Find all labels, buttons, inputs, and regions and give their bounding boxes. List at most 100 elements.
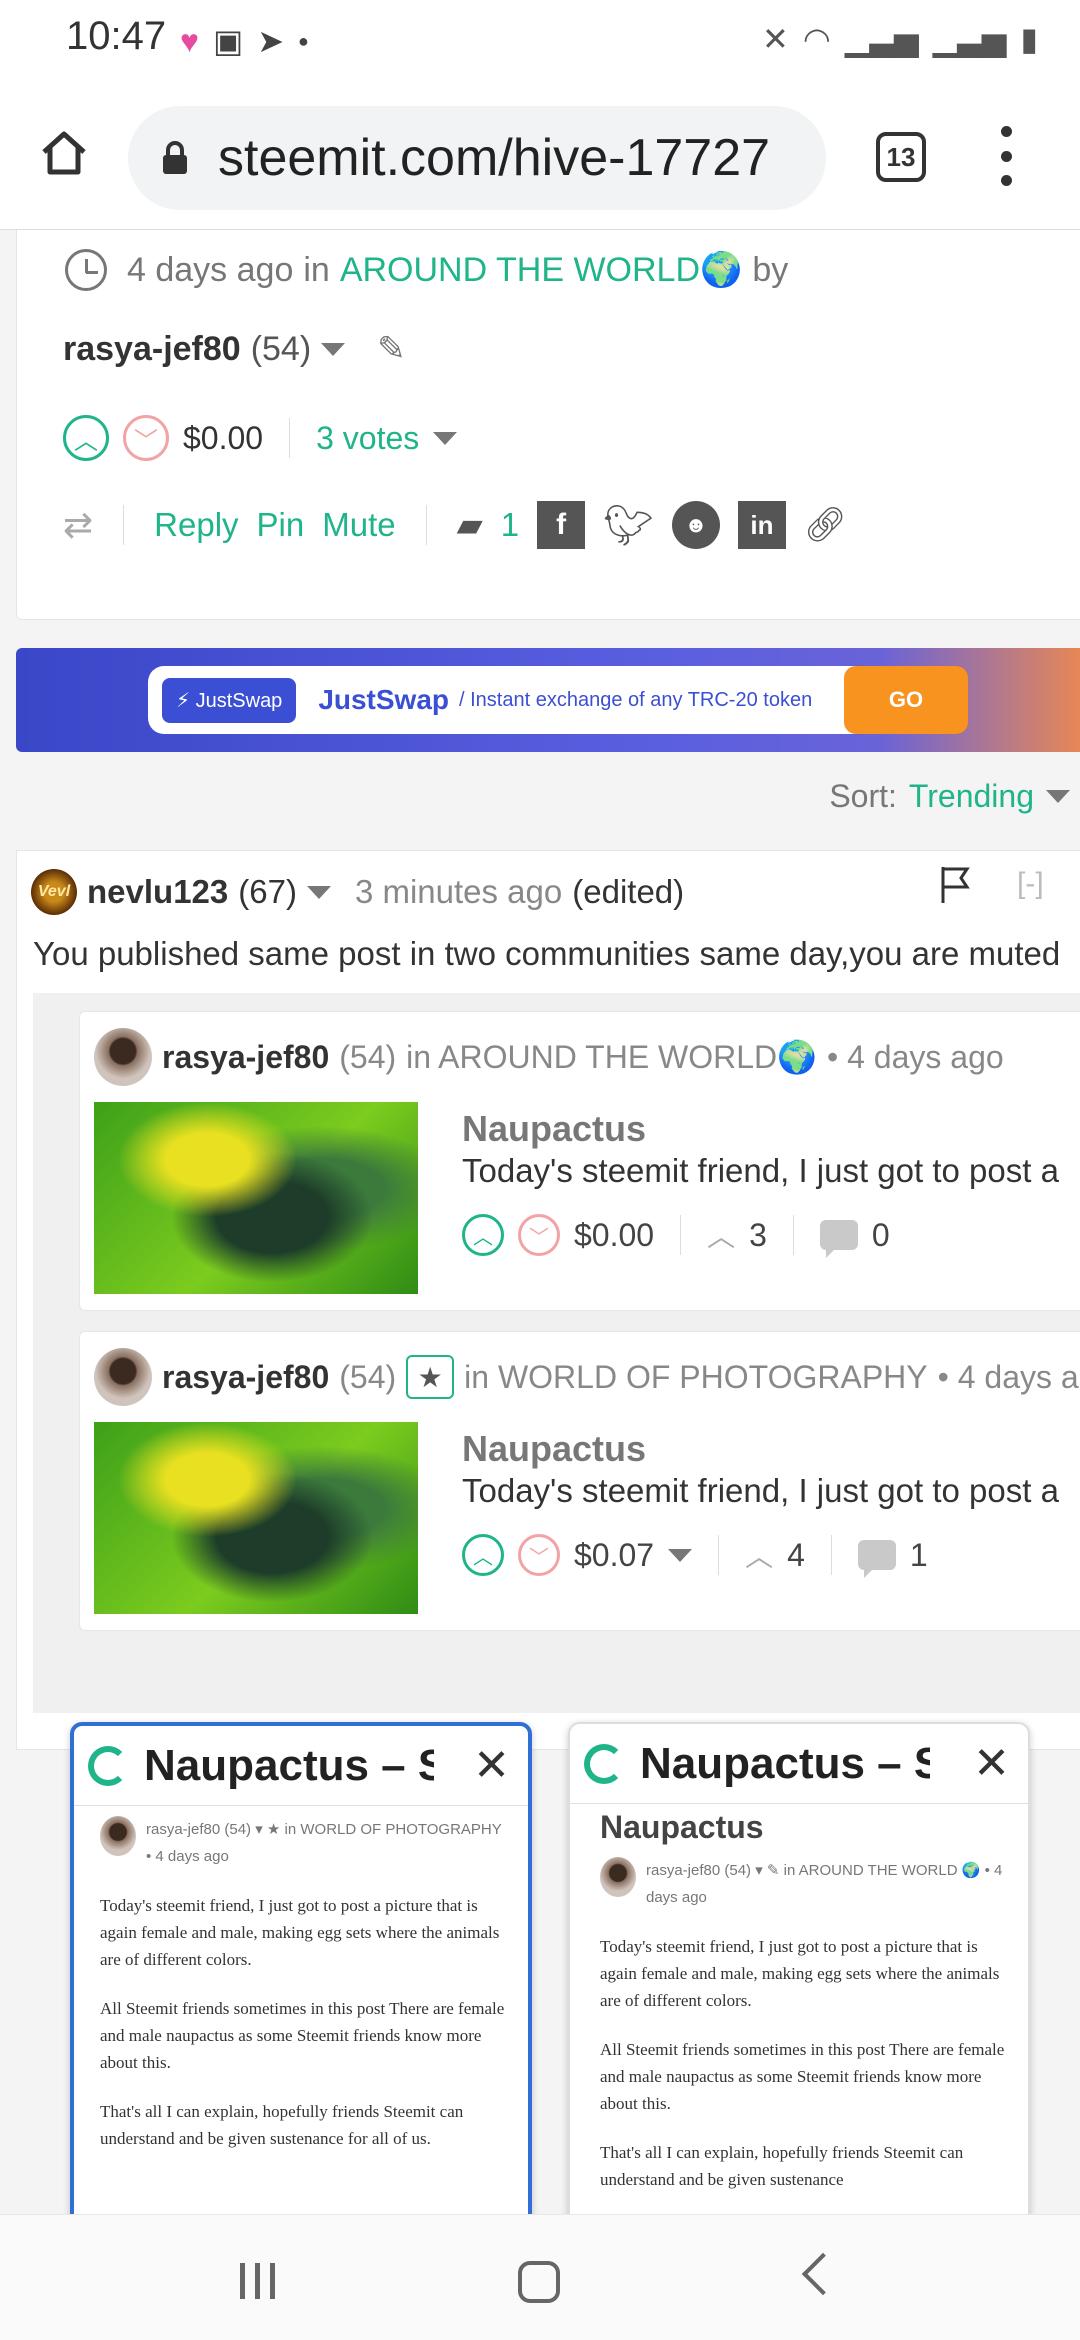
banner-go-button[interactable]: GO xyxy=(844,666,968,734)
preview-meta-text: rasya-jef80 (54) ▾ ✎ in AROUND THE WORLD… xyxy=(646,1862,1003,1906)
post-time: 4 days ago xyxy=(127,250,294,289)
flag-icon[interactable] xyxy=(939,865,973,905)
post-author-link[interactable]: rasya-jef80 xyxy=(63,330,241,369)
comment-body: You published same post in two communiti… xyxy=(33,935,1061,972)
close-icon[interactable]: ✕ xyxy=(973,1738,1010,1789)
votes-icon: ︿ xyxy=(745,1541,774,1572)
downvote-icon[interactable]: ﹀ xyxy=(123,415,169,461)
post-votes[interactable]: 3 votes xyxy=(316,420,419,457)
status-right-icons: ✕ ◠ ▁▃▅ ▁▃▅ ▮ xyxy=(762,20,1038,58)
steemit-favicon-icon xyxy=(584,1743,624,1784)
votes-caret-icon[interactable] xyxy=(433,431,458,445)
tab-card-preview: Naupactus rasya-jef80 (54) ▾ ✎ in AROUND… xyxy=(600,1811,1010,2214)
post-comment-count[interactable]: 1 xyxy=(501,506,519,544)
mute-link[interactable]: Mute xyxy=(322,506,395,544)
comment-time[interactable]: 3 minutes ago xyxy=(355,873,562,911)
embed-community[interactable]: in WORLD OF PHOTOGRAPHY xyxy=(464,1359,927,1396)
justswap-ad-banner[interactable]: ⚡ JustSwap JustSwap / Instant exchange o… xyxy=(16,648,1080,752)
twitter-icon[interactable]: 🐦︎ xyxy=(603,502,654,549)
pin-link[interactable]: Pin xyxy=(257,506,305,544)
tab-card-title[interactable]: Naupactus – S xyxy=(144,1741,434,1791)
comment-author-reputation: (67) xyxy=(238,873,297,910)
reddit-icon[interactable]: ☻ xyxy=(671,501,720,549)
embedded-post[interactable]: rasya-jef80 (54) ★ in WORLD OF PHOTOGRAP… xyxy=(79,1331,1080,1631)
embed-comments[interactable]: 0 xyxy=(872,1217,890,1254)
avatar[interactable] xyxy=(94,1348,152,1406)
facebook-icon[interactable]: f xyxy=(537,501,586,549)
edit-pencil-icon[interactable]: ✎ xyxy=(377,329,406,369)
sort-value[interactable]: Trending xyxy=(909,778,1034,815)
embed-title[interactable]: Naupactus xyxy=(462,1108,646,1150)
embed-thumbnail[interactable] xyxy=(94,1422,418,1614)
home-icon[interactable] xyxy=(38,126,90,178)
post-actions: ⇄ Reply Pin Mute ▰ 1 f 🐦︎ ☻ in 🔗︎ xyxy=(63,501,847,549)
embedded-post[interactable]: rasya-jef80 (54) in AROUND THE WORLD🌍 • … xyxy=(79,1011,1080,1311)
post-payout[interactable]: $0.00 xyxy=(183,420,263,457)
collapse-toggle[interactable]: [-] xyxy=(1017,867,1044,901)
upvote-icon[interactable]: ︿ xyxy=(462,1214,504,1256)
tab-card-header: Naupactus – S ✕ xyxy=(74,1726,528,1806)
recent-tab-card[interactable]: Naupactus – S ✕ Naupactus rasya-jef80 (5… xyxy=(568,1722,1030,2214)
payout-caret-icon[interactable] xyxy=(668,1548,693,1562)
embed-comments[interactable]: 1 xyxy=(910,1537,928,1574)
embed-payout[interactable]: $0.07 xyxy=(574,1537,654,1574)
page-content: 4 days ago in AROUND THE WORLD🌍 by rasya… xyxy=(0,230,1080,2214)
embed-votes[interactable]: 4 xyxy=(787,1537,805,1574)
sort-control[interactable]: Sort: Trending xyxy=(829,778,1070,815)
downvote-icon[interactable]: ﹀ xyxy=(518,1534,560,1576)
embed-header: rasya-jef80 (54) in AROUND THE WORLD🌍 • … xyxy=(94,1028,1004,1086)
preview-paragraph: That's all I can explain, hopefully frie… xyxy=(600,2143,964,2189)
linkedin-icon[interactable]: in xyxy=(737,501,786,549)
url-text[interactable]: steemit.com/hive-17727 xyxy=(218,128,770,188)
avatar[interactable] xyxy=(94,1028,152,1086)
embed-description[interactable]: Today's steemit friend, I just got to po… xyxy=(462,1152,1059,1190)
votes-icon: ︿ xyxy=(707,1221,736,1252)
upvote-icon[interactable]: ︿ xyxy=(63,415,109,461)
embed-title[interactable]: Naupactus xyxy=(462,1428,646,1470)
comments-icon[interactable] xyxy=(819,1220,858,1258)
address-bar[interactable]: steemit.com/hive-17727 xyxy=(128,106,826,210)
more-menu-icon[interactable] xyxy=(992,126,1020,186)
banner-title: JustSwap xyxy=(318,684,450,715)
resteem-icon[interactable]: ⇄ xyxy=(63,504,93,546)
sort-label: Sort: xyxy=(829,778,897,814)
author-menu-caret-icon[interactable] xyxy=(321,342,346,356)
comments-icon[interactable]: ▰ xyxy=(457,505,483,545)
embed-time: • 4 days ago xyxy=(827,1038,1004,1075)
tab-card-title[interactable]: Naupactus – S xyxy=(640,1739,930,1789)
status-left-icons: ♥ ▣ ➤ ● xyxy=(180,22,309,60)
star-badge-icon: ★ xyxy=(406,1355,455,1399)
embed-community[interactable]: in AROUND THE WORLD🌍 xyxy=(406,1038,817,1076)
avatar[interactable]: Vevl xyxy=(31,869,77,915)
embed-thumbnail[interactable] xyxy=(94,1102,418,1294)
post-vote-line: ︿ ﹀ $0.00 3 votes xyxy=(63,415,458,461)
post-author-line: rasya-jef80 (54) ✎ xyxy=(63,329,406,369)
divider xyxy=(718,1535,720,1575)
steemit-favicon-icon xyxy=(88,1745,128,1786)
reply-link[interactable]: Reply xyxy=(154,506,238,544)
link-icon[interactable]: 🔗︎ xyxy=(804,505,847,545)
embed-author[interactable]: rasya-jef80 xyxy=(162,1359,329,1396)
preview-meta: rasya-jef80 (54) ▾ ✎ in AROUND THE WORLD… xyxy=(600,1857,1010,1911)
recent-tab-card-active[interactable]: Naupactus – S ✕ rasya-jef80 (54) ▾ ★ in … xyxy=(70,1722,532,2214)
embed-author[interactable]: rasya-jef80 xyxy=(162,1039,329,1076)
tab-card-preview: rasya-jef80 (54) ▾ ★ in WORLD OF PHOTOGR… xyxy=(100,1816,510,2174)
comment-author-caret-icon[interactable] xyxy=(306,885,331,899)
embed-votes[interactable]: 3 xyxy=(749,1217,767,1254)
home-button-icon[interactable] xyxy=(518,2261,560,2303)
comments-icon[interactable] xyxy=(857,1540,896,1578)
upvote-icon[interactable]: ︿ xyxy=(462,1534,504,1576)
sort-caret-icon[interactable] xyxy=(1046,790,1070,803)
vibrate-mute-icon: ✕ xyxy=(762,21,789,57)
post-community-link[interactable]: AROUND THE WORLD🌍 xyxy=(340,250,743,290)
downvote-icon[interactable]: ﹀ xyxy=(518,1214,560,1256)
embed-payout[interactable]: $0.00 xyxy=(574,1217,654,1254)
tab-switcher-button[interactable]: 13 xyxy=(876,132,926,182)
justswap-logo: ⚡ JustSwap xyxy=(162,677,297,723)
recent-apps-icon[interactable] xyxy=(240,2263,275,2299)
status-time: 10:47 xyxy=(66,14,167,58)
embed-description[interactable]: Today's steemit friend, I just got to po… xyxy=(462,1472,1059,1510)
comment-author-link[interactable]: nevlu123 xyxy=(87,873,228,911)
close-icon[interactable]: ✕ xyxy=(473,1740,510,1791)
back-icon[interactable] xyxy=(801,2252,845,2296)
